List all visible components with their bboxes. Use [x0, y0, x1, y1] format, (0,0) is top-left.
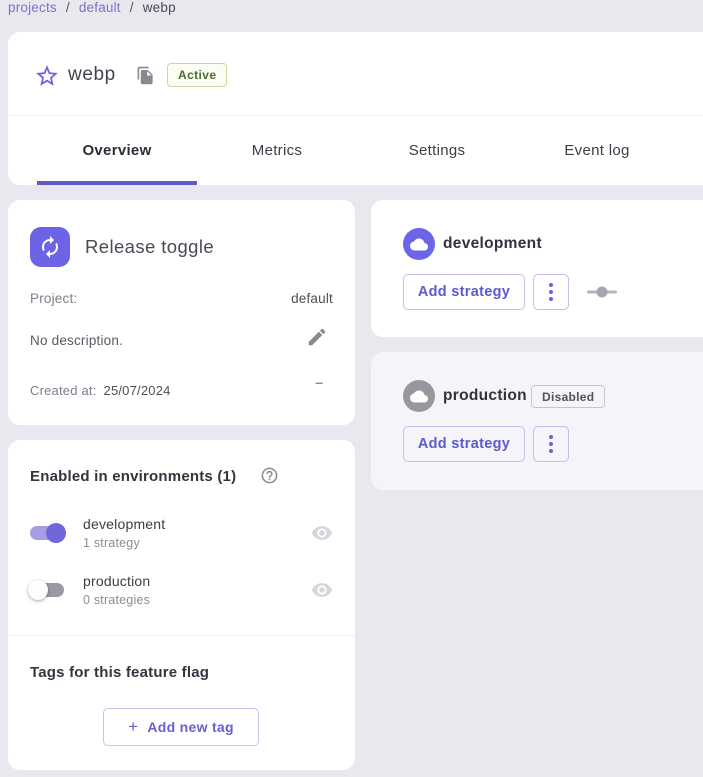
tab-event-log-label: Event log	[564, 142, 629, 159]
development-toggle[interactable]	[28, 523, 66, 543]
release-toggle-icon	[30, 227, 70, 267]
copy-icon	[136, 66, 155, 85]
tab-overview[interactable]: Overview	[37, 115, 197, 185]
breadcrumb-default-link[interactable]: default	[79, 0, 121, 15]
kebab-dot	[549, 449, 553, 453]
environment-cloud-icon	[403, 380, 435, 412]
collapse-dash: –	[315, 374, 323, 390]
help-button[interactable]	[259, 466, 279, 486]
cloud-icon	[410, 237, 428, 252]
toggle-thumb	[28, 580, 48, 600]
star-icon	[34, 63, 60, 89]
tab-bar: Overview Metrics Settings Event log	[37, 115, 677, 185]
breadcrumb-projects-link[interactable]: projects	[8, 0, 57, 15]
created-at-label: Created at:	[30, 383, 97, 398]
kebab-dot	[549, 435, 553, 439]
project-value: default	[291, 291, 333, 306]
feature-title: webp	[68, 64, 116, 86]
kebab-dot	[549, 442, 553, 446]
created-at-row: Created at: 25/07/2024	[30, 383, 171, 398]
tab-metrics[interactable]: Metrics	[197, 115, 357, 185]
project-row: Project: default	[30, 291, 333, 306]
environments-panel-card: Enabled in environments (1) development …	[8, 440, 355, 770]
disabled-chip: Disabled	[531, 385, 605, 408]
breadcrumb: projects / default / webp	[8, 0, 176, 15]
environment-name: production	[83, 573, 150, 589]
pencil-icon	[306, 326, 328, 348]
lifecycle-stage-icon[interactable]	[587, 285, 617, 299]
tab-metrics-label: Metrics	[252, 142, 302, 159]
environment-cloud-icon	[403, 228, 435, 260]
favorite-star-button[interactable]	[34, 63, 60, 89]
breadcrumb-current-page: webp	[143, 0, 176, 15]
kebab-dot	[549, 297, 553, 301]
copy-name-button[interactable]	[135, 66, 155, 86]
help-icon	[260, 466, 279, 485]
breadcrumb-separator: /	[130, 0, 134, 15]
tab-settings-label: Settings	[409, 142, 466, 159]
production-more-menu-button[interactable]	[533, 426, 569, 462]
add-new-tag-button[interactable]: + Add new tag	[103, 708, 259, 746]
feature-header-card: webp Active Overview Metrics Settings Ev…	[8, 32, 703, 185]
tab-event-log[interactable]: Event log	[517, 115, 677, 185]
add-strategy-button-development[interactable]: Add strategy	[403, 274, 525, 310]
environment-card-name: development	[443, 235, 542, 253]
panel-divider	[8, 635, 355, 636]
add-new-tag-label: Add new tag	[147, 719, 234, 735]
eye-icon	[311, 522, 333, 544]
active-tab-indicator	[37, 181, 197, 185]
environment-strategy-count: 0 strategies	[83, 593, 150, 607]
project-label: Project:	[30, 291, 77, 306]
development-visibility-button[interactable]	[311, 522, 333, 544]
kebab-dot	[549, 290, 553, 294]
add-strategy-button-production[interactable]: Add strategy	[403, 426, 525, 462]
autorenew-icon	[38, 235, 62, 259]
development-more-menu-button[interactable]	[533, 274, 569, 310]
tab-settings[interactable]: Settings	[357, 115, 517, 185]
tags-section-title: Tags for this feature flag	[30, 664, 209, 681]
environments-panel-title: Enabled in environments (1)	[30, 468, 236, 485]
description-text: No description.	[30, 333, 123, 348]
kebab-dot	[549, 283, 553, 287]
feature-flag-page: projects / default / webp webp Active Ov…	[0, 0, 703, 777]
tab-overview-label: Overview	[82, 142, 151, 159]
production-toggle[interactable]	[28, 580, 66, 600]
status-badge: Active	[167, 63, 227, 87]
breadcrumb-separator: /	[66, 0, 70, 15]
toggle-thumb	[46, 523, 66, 543]
created-at-value: 25/07/2024	[104, 383, 171, 398]
production-visibility-button[interactable]	[311, 579, 333, 601]
production-environment-card: production Disabled Add strategy	[371, 352, 703, 490]
environment-name: development	[83, 516, 165, 532]
environment-strategy-count: 1 strategy	[83, 536, 140, 550]
development-environment-card: development Add strategy	[371, 200, 703, 337]
plus-icon: +	[128, 717, 138, 737]
environment-card-name: production	[443, 387, 527, 405]
flag-details-card: Release toggle Project: default No descr…	[8, 200, 355, 425]
eye-icon	[311, 579, 333, 601]
cloud-icon	[410, 389, 428, 404]
edit-description-button[interactable]	[305, 326, 329, 350]
flag-type-title: Release toggle	[85, 236, 214, 258]
